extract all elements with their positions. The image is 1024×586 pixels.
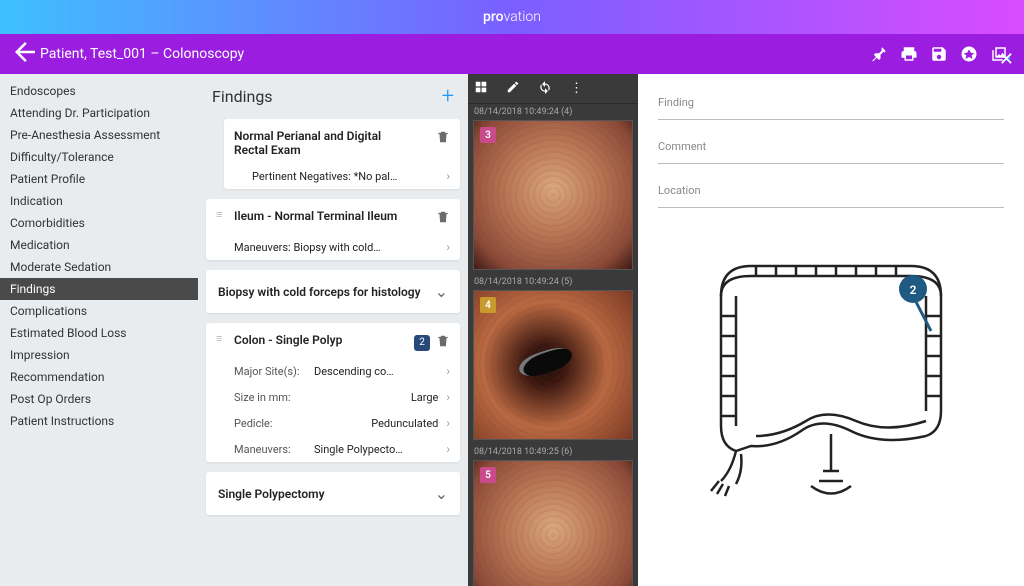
chevron-down-icon: ⌄ <box>435 282 448 301</box>
sidebar-item[interactable]: Recommendation <box>0 366 198 388</box>
field-label: Finding <box>658 96 1004 119</box>
delete-icon[interactable] <box>436 129 450 148</box>
finding-card[interactable]: ≡ Ileum - Normal Terminal Ileum Maneuver… <box>206 199 460 260</box>
sidebar-item[interactable]: Pre-Anesthesia Assessment <box>0 124 198 146</box>
brand-prefix: pro <box>483 9 504 25</box>
image-thumbnail[interactable]: 3 <box>473 120 633 270</box>
maneuver-expand-card[interactable]: Single Polypectomy ⌄ <box>206 472 460 515</box>
findings-scroll[interactable]: Normal Perianal and Digital Rectal Exam … <box>198 119 468 586</box>
app-header: Patient, Test_001 – Colonoscopy <box>0 34 1024 74</box>
finding-row[interactable]: Major Site(s):Descending co…› <box>206 358 460 384</box>
location-field[interactable]: Location <box>658 184 1004 208</box>
main-layout: EndoscopesAttending Dr. ParticipationPre… <box>0 74 1024 586</box>
image-timestamp: 08/14/2018 10:49:24 (5) <box>468 274 638 290</box>
anatomy-marker-label: 2 <box>910 283 917 297</box>
expand-title: Single Polypectomy <box>218 487 325 501</box>
finding-row[interactable]: Maneuvers:Single Polypecto…› <box>206 436 460 462</box>
sidebar-item[interactable]: Findings <box>0 278 198 300</box>
more-icon[interactable]: ⋮ <box>570 81 583 96</box>
patient-name: Patient, Test_001 <box>40 46 147 62</box>
detail-fields: Finding Comment Location <box>638 74 1024 236</box>
camera-icon[interactable] <box>954 45 984 63</box>
save-icon[interactable] <box>924 45 954 63</box>
image-number-badge: 5 <box>480 467 496 483</box>
sidebar-item[interactable]: Post Op Orders <box>0 388 198 410</box>
drag-handle-icon[interactable]: ≡ <box>216 209 226 220</box>
finding-row[interactable]: Pedicle:Pedunculated› <box>206 410 460 436</box>
finding-field[interactable]: Finding <box>658 96 1004 120</box>
refresh-icon[interactable] <box>538 80 552 98</box>
sidebar: EndoscopesAttending Dr. ParticipationPre… <box>0 74 198 586</box>
image-item[interactable]: 08/14/2018 10:49:25 (6) 5 <box>468 444 638 586</box>
chevron-right-icon: › <box>446 240 450 254</box>
finding-row[interactable]: Maneuvers: Biopsy with cold… › <box>206 234 460 260</box>
sidebar-item[interactable]: Comorbidities <box>0 212 198 234</box>
expand-title: Biopsy with cold forceps for histology <box>218 285 421 299</box>
finding-card-polyp[interactable]: ≡ Colon - Single Polyp 2 Major Site(s):D… <box>206 323 460 462</box>
detail-panel: ✕ Finding Comment Location <box>638 74 1024 586</box>
image-number-badge: 4 <box>480 297 496 313</box>
finding-title: Normal Perianal and Digital Rectal Exam <box>234 129 406 157</box>
chevron-right-icon: › <box>446 169 450 183</box>
findings-title: Findings <box>212 87 273 106</box>
sidebar-item[interactable]: Moderate Sedation <box>0 256 198 278</box>
print-icon[interactable] <box>894 45 924 63</box>
image-number-badge: 3 <box>480 127 496 143</box>
edit-icon[interactable] <box>506 80 520 98</box>
image-thumbnail[interactable]: 4 <box>473 290 633 440</box>
close-icon[interactable]: ✕ <box>999 49 1014 70</box>
image-item[interactable]: 08/14/2018 10:49:24 (4) 3 <box>468 104 638 270</box>
header-title: Patient, Test_001 – Colonoscopy <box>40 46 244 62</box>
sidebar-item[interactable]: Impression <box>0 344 198 366</box>
drag-handle-icon[interactable]: ≡ <box>216 333 226 344</box>
finding-title: Ileum - Normal Terminal Ileum <box>234 209 428 223</box>
field-label: Location <box>658 184 1004 207</box>
procedure-name: Colonoscopy <box>163 46 244 62</box>
chevron-right-icon: › <box>446 364 450 378</box>
brand-bar: provation <box>0 0 1024 34</box>
chevron-right-icon: › <box>446 442 450 456</box>
add-finding-button[interactable]: + <box>442 84 454 109</box>
count-badge: 2 <box>414 335 430 351</box>
image-timestamp: 08/14/2018 10:49:24 (4) <box>468 104 638 120</box>
comment-field[interactable]: Comment <box>658 140 1004 164</box>
brand-suffix: vation <box>504 9 541 25</box>
finding-row[interactable]: Pertinent Negatives: *No pal… › <box>224 163 460 189</box>
findings-column: Findings + Normal Perianal and Digital R… <box>198 74 468 586</box>
anatomy-diagram[interactable]: 2 <box>638 236 1024 586</box>
chevron-right-icon: › <box>446 416 450 430</box>
back-button[interactable] <box>10 37 40 72</box>
sidebar-item[interactable]: Patient Instructions <box>0 410 198 432</box>
chevron-right-icon: › <box>446 390 450 404</box>
sidebar-item[interactable]: Difficulty/Tolerance <box>0 146 198 168</box>
finding-card[interactable]: Normal Perianal and Digital Rectal Exam … <box>224 119 460 189</box>
image-timestamp: 08/14/2018 10:49:25 (6) <box>468 444 638 460</box>
image-thumbnail[interactable]: 5 <box>473 460 633 586</box>
field-label: Comment <box>658 140 1004 163</box>
findings-header: Findings + <box>198 74 468 119</box>
maneuver-expand-card[interactable]: Biopsy with cold forceps for histology ⌄ <box>206 270 460 313</box>
image-column: ⋮ 08/14/2018 10:49:24 (4)308/14/2018 10:… <box>468 74 638 586</box>
sidebar-item[interactable]: Estimated Blood Loss <box>0 322 198 344</box>
chevron-down-icon: ⌄ <box>435 484 448 503</box>
finding-title: Colon - Single Polyp <box>234 333 406 347</box>
image-scroll[interactable]: 08/14/2018 10:49:24 (4)308/14/2018 10:49… <box>468 104 638 586</box>
pin-icon[interactable] <box>864 45 894 63</box>
delete-icon[interactable] <box>436 209 450 228</box>
sidebar-item[interactable]: Attending Dr. Participation <box>0 102 198 124</box>
sidebar-item[interactable]: Endoscopes <box>0 80 198 102</box>
finding-row[interactable]: Size in mm:Large› <box>206 384 460 410</box>
sidebar-item[interactable]: Patient Profile <box>0 168 198 190</box>
sidebar-item[interactable]: Indication <box>0 190 198 212</box>
sidebar-item[interactable]: Complications <box>0 300 198 322</box>
delete-icon[interactable] <box>436 333 450 352</box>
image-toolbar: ⋮ <box>468 74 638 104</box>
grid-view-icon[interactable] <box>474 80 488 98</box>
sidebar-item[interactable]: Medication <box>0 234 198 256</box>
image-item[interactable]: 08/14/2018 10:49:24 (5) 4 <box>468 274 638 440</box>
